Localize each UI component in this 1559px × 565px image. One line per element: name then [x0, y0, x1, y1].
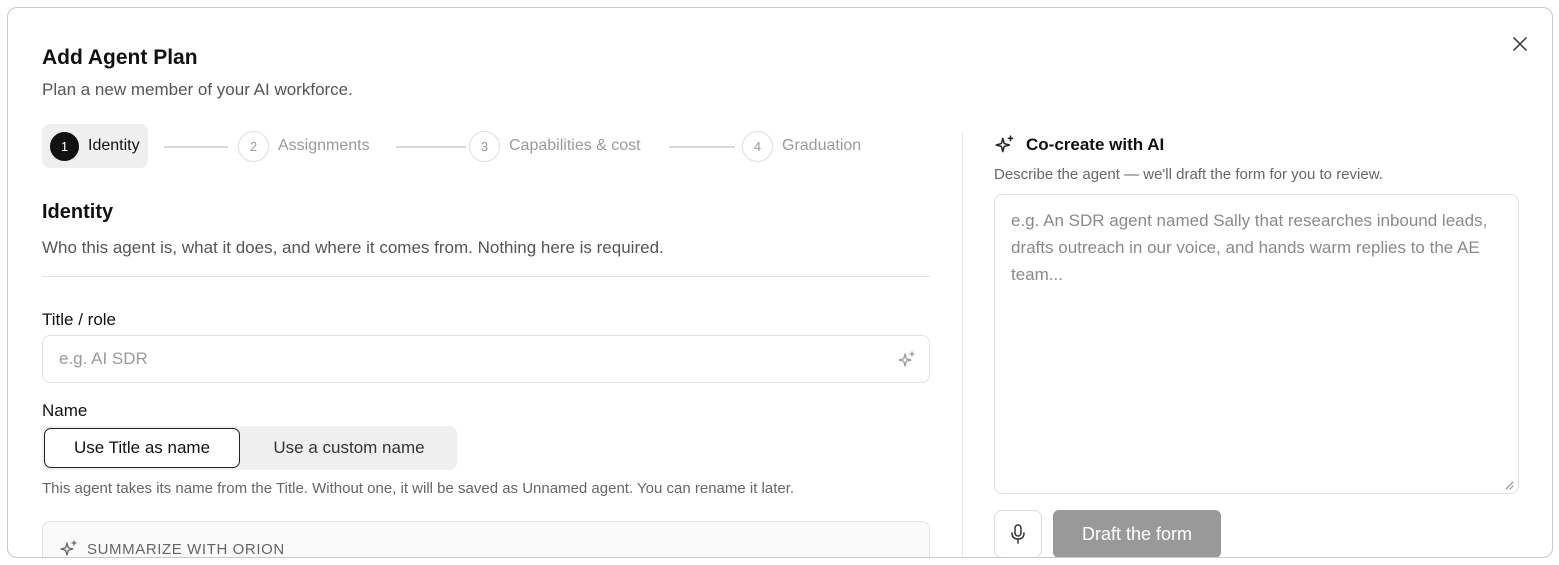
co-create-panel: Co-create with AI Describe the agent — w… [994, 128, 1519, 557]
agent-description-textarea[interactable] [994, 194, 1519, 494]
step-label: Assignments [278, 137, 370, 154]
dialog-subtitle: Plan a new member of your AI workforce. [42, 80, 353, 99]
step-number: 2 [238, 130, 269, 162]
name-field-label: Name [42, 401, 88, 420]
step-number: 1 [50, 131, 79, 161]
section-title: Identity [42, 201, 114, 223]
title-field-label: Title / role [42, 310, 117, 329]
summarize-with-orion-button[interactable]: SUMMARIZE WITH ORION [59, 539, 285, 558]
step-number: 4 [742, 130, 773, 162]
microphone-icon [1011, 524, 1025, 544]
step-label: Graduation [782, 137, 862, 154]
summarize-label: SUMMARIZE WITH ORION [87, 540, 285, 558]
step-connector [164, 146, 228, 148]
step-number: 3 [469, 130, 500, 162]
step-graduation[interactable]: 4 Graduation [734, 124, 869, 168]
step-connector [669, 146, 735, 148]
title-field [42, 335, 930, 383]
title-input[interactable] [43, 336, 929, 382]
name-hint: This agent takes its name from the Title… [42, 480, 795, 497]
draft-the-form-button[interactable]: Draft the form [1053, 510, 1221, 557]
add-agent-plan-dialog: Add Agent Plan Plan a new member of your… [7, 7, 1553, 558]
step-connector [396, 146, 466, 148]
step-label: Capabilities & cost [509, 137, 641, 154]
close-button[interactable] [1510, 34, 1530, 54]
name-mode-toggle: Use Title as name Use a custom name [42, 426, 457, 470]
section-description: Who this agent is, what it does, and whe… [42, 238, 664, 257]
step-label: Identity [88, 137, 140, 154]
step-capabilities-cost[interactable]: 3 Capabilities & cost [461, 124, 649, 168]
co-create-title: Co-create with AI [1026, 135, 1165, 154]
co-create-header: Co-create with AI [994, 134, 1164, 156]
close-icon [1513, 37, 1527, 51]
summarize-panel: SUMMARIZE WITH ORION [42, 521, 930, 558]
microphone-button[interactable] [994, 510, 1042, 557]
column-divider [962, 132, 963, 557]
sparkle-icon[interactable] [897, 350, 917, 370]
identity-form: 1 Identity 2 Assignments 3 Capabilities … [42, 124, 930, 558]
sparkle-icon [995, 135, 1014, 153]
sparkle-icon [60, 540, 77, 556]
divider [42, 276, 930, 277]
co-create-description: Describe the agent — we'll draft the for… [994, 166, 1383, 183]
use-custom-name-option[interactable]: Use a custom name [247, 428, 451, 468]
dialog-title: Add Agent Plan [42, 46, 198, 69]
step-identity[interactable]: 1 Identity [42, 124, 148, 168]
use-title-as-name-option[interactable]: Use Title as name [44, 428, 240, 468]
stepper: 1 Identity 2 Assignments 3 Capabilities … [42, 124, 930, 168]
step-assignments[interactable]: 2 Assignments [230, 124, 378, 168]
